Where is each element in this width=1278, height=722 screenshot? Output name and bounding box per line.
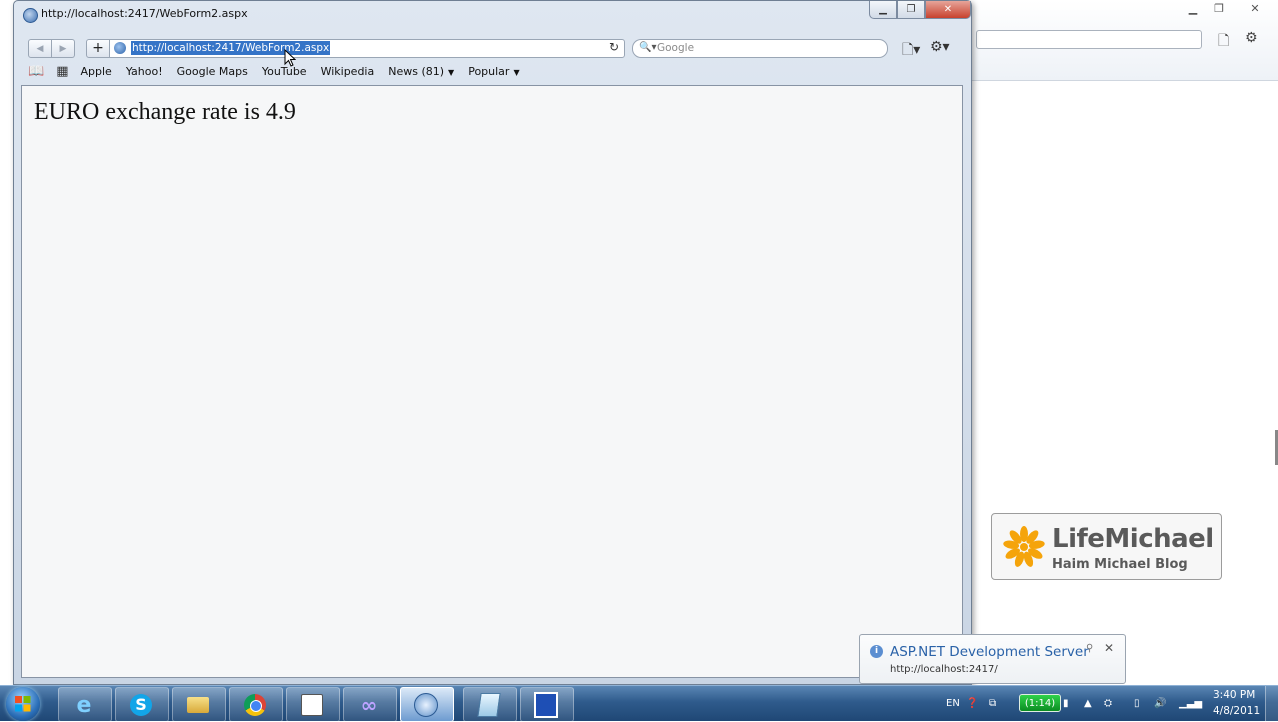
bookmark-apple[interactable]: Apple: [80, 65, 111, 78]
signal-icon[interactable]: ▁▃▅: [1179, 686, 1202, 721]
network-tray-icon[interactable]: ⛭: [1104, 686, 1112, 721]
capture-app-icon: [534, 692, 558, 718]
window-title: http://localhost:2417/WebForm2.aspx: [41, 7, 248, 20]
page-menu-icon[interactable]: 🗋▾: [902, 39, 920, 63]
bg-settings-icon[interactable]: ⚙: [1245, 30, 1258, 46]
nav-buttons: ◀ ▶: [28, 39, 75, 58]
bookmark-news-label: News (81): [388, 64, 445, 78]
back-button[interactable]: ◀: [28, 39, 52, 58]
battery-timer[interactable]: (1:14): [1019, 694, 1061, 712]
taskbar-explorer[interactable]: [172, 687, 226, 722]
reload-icon[interactable]: ↻: [609, 40, 619, 54]
show-desktop-button[interactable]: [1265, 686, 1278, 721]
taskbar-internet-explorer[interactable]: e: [58, 687, 112, 722]
search-placeholder: Google: [657, 42, 695, 54]
globe-icon: [114, 42, 126, 54]
safari-icon: [23, 8, 38, 23]
exchange-rate-text: EURO exchange rate is 4.9: [34, 99, 296, 125]
clock-time[interactable]: 3:40 PM: [1213, 689, 1255, 701]
power-icon[interactable]: ▯: [1134, 686, 1140, 721]
top-sites-grid-icon[interactable]: ▦: [56, 64, 68, 79]
battery-icon: ▮: [1063, 698, 1069, 709]
safari-compass-icon: [414, 693, 438, 717]
visual-studio-icon: ∞: [360, 693, 378, 717]
forward-button[interactable]: ▶: [52, 39, 75, 58]
pin-icon[interactable]: ⚲: [1086, 643, 1093, 654]
taskbar-notepad[interactable]: [463, 687, 517, 722]
lifemichael-logo: LifeMichael Haim Michael Blog: [991, 513, 1222, 580]
language-indicator[interactable]: EN: [946, 686, 960, 721]
chevron-down-icon: ▼: [513, 67, 520, 77]
close-button[interactable]: ✕: [925, 1, 971, 19]
bg-close-icon[interactable]: ✕: [1244, 2, 1266, 16]
notification-url: http://localhost:2417/: [890, 664, 998, 675]
info-icon: i: [870, 645, 883, 658]
tray-notification[interactable]: i ASP.NET Development Server http://loca…: [859, 634, 1126, 684]
caption-buttons: ▁ ❐ ✕: [869, 1, 971, 20]
folder-icon: [186, 693, 210, 717]
page-content: EURO exchange rate is 4.9: [21, 85, 963, 678]
search-icon: 🔍▾: [639, 42, 657, 53]
start-button[interactable]: [6, 687, 40, 721]
bookmark-yahoo[interactable]: Yahoo!: [126, 65, 163, 78]
background-window-frame: ▁ ❐ ✕ 🗋 ⚙: [960, 0, 1278, 81]
taskbar-app-calendar[interactable]: [286, 687, 340, 722]
volume-icon[interactable]: 🔊: [1154, 686, 1166, 721]
bookmark-popular-label: Popular: [468, 64, 510, 78]
taskbar-capture-app[interactable]: [520, 687, 574, 722]
internet-explorer-icon: e: [76, 692, 92, 718]
bookmark-google-maps[interactable]: Google Maps: [177, 65, 248, 78]
bg-restore-icon[interactable]: ❐: [1208, 2, 1230, 16]
mouse-cursor-icon: [284, 49, 296, 67]
notification-close-icon[interactable]: ✕: [1104, 641, 1114, 655]
bookmark-popular[interactable]: Popular ▼: [468, 65, 519, 78]
calendar-app-icon: [300, 693, 324, 717]
taskbar-safari[interactable]: [400, 687, 454, 722]
logo-name: LifeMichael: [1052, 524, 1214, 554]
address-url[interactable]: http://localhost:2417/WebForm2.aspx: [131, 41, 331, 55]
chrome-icon: [243, 693, 267, 717]
background-window: ▁ ❐ ✕ 🗋 ⚙: [960, 0, 1278, 685]
taskbar-skype[interactable]: S: [115, 687, 169, 722]
sun-logo-icon: [1003, 526, 1045, 567]
taskbar-chrome[interactable]: [229, 687, 283, 722]
skype-icon: S: [129, 693, 153, 717]
help-icon[interactable]: ❓: [966, 686, 978, 721]
bookmark-news[interactable]: News (81) ▼: [388, 65, 454, 78]
bookmarks-bar: 📖 ▦ Apple Yahoo! Google Maps YouTube Wik…: [28, 63, 534, 79]
taskbar: e S ∞ EN ❓ ⧉ (1:14) ▮ ▲ ⛭ ▯ 🔊 ▁▃▅ 3:40 P…: [0, 685, 1278, 722]
bg-address-bar[interactable]: [976, 30, 1202, 49]
search-field[interactable]: 🔍▾ Google: [632, 39, 888, 58]
maximize-button[interactable]: ❐: [897, 1, 925, 19]
bg-minimize-icon[interactable]: ▁: [1182, 2, 1204, 16]
browser-window: http://localhost:2417/WebForm2.aspx ▁ ❐ …: [13, 0, 972, 685]
taskbar-visual-studio[interactable]: ∞: [343, 687, 397, 722]
language-settings-icon[interactable]: ⧉: [989, 686, 996, 721]
add-bookmark-button[interactable]: +: [86, 39, 110, 58]
bg-page-menu-icon[interactable]: 🗋: [1218, 30, 1229, 54]
show-hidden-icons-icon[interactable]: ▲: [1084, 686, 1092, 721]
clock-date[interactable]: 4/8/2011: [1213, 705, 1260, 717]
bookmarks-book-icon[interactable]: 📖: [28, 64, 44, 79]
windows-logo-icon: [15, 696, 31, 712]
notepad-icon: [477, 693, 501, 717]
address-bar[interactable]: http://localhost:2417/WebForm2.aspx ↻: [109, 39, 625, 58]
minimize-button[interactable]: ▁: [869, 1, 897, 19]
settings-icon[interactable]: ⚙▾: [930, 39, 950, 55]
logo-subtitle: Haim Michael Blog: [1052, 557, 1188, 572]
notification-title: ASP.NET Development Server: [890, 644, 1089, 660]
bookmark-wikipedia[interactable]: Wikipedia: [321, 65, 375, 78]
chevron-down-icon: ▼: [448, 67, 455, 77]
